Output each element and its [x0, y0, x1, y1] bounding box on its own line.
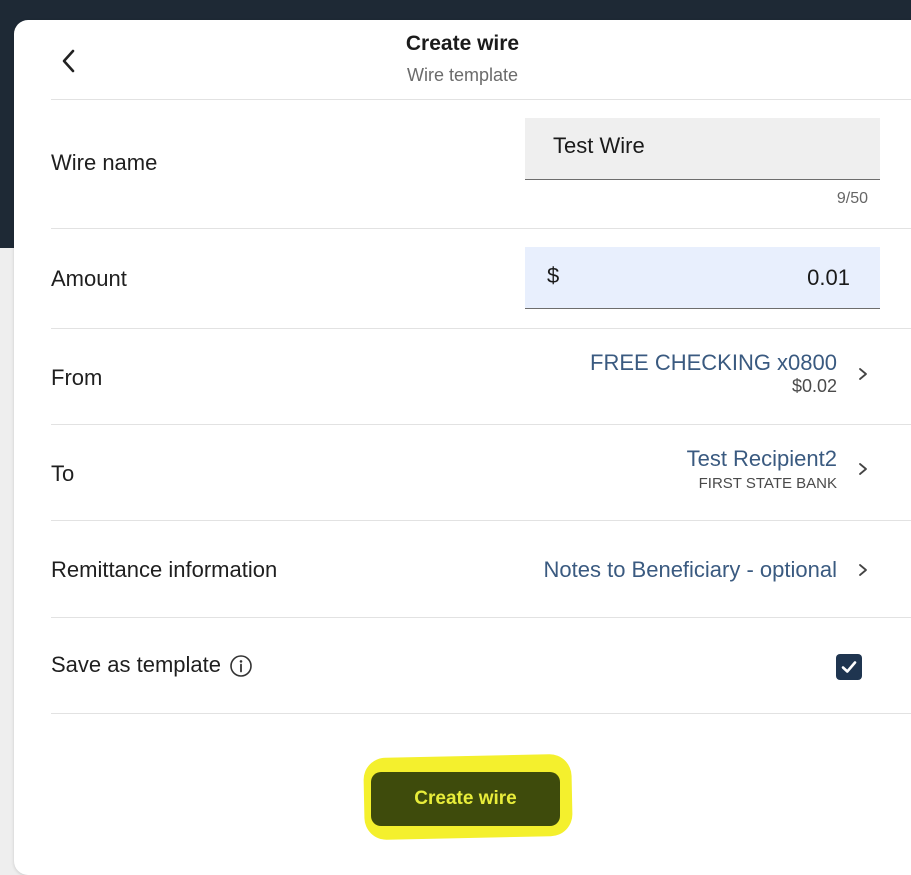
- amount-field[interactable]: $: [525, 247, 880, 309]
- save-template-label-row: Save as template: [51, 652, 253, 678]
- save-template-checkbox[interactable]: [836, 654, 862, 680]
- remittance-label: Remittance information: [51, 557, 278, 582]
- chevron-right-icon: [859, 367, 867, 380]
- remittance-placeholder: Notes to Beneficiary - optional: [543, 557, 838, 582]
- page-title: Create wire: [405, 32, 520, 55]
- to-label: To: [51, 461, 75, 486]
- divider: [51, 424, 911, 425]
- divider: [51, 520, 911, 521]
- divider: [51, 328, 911, 329]
- character-counter: 9/50: [836, 190, 868, 207]
- divider: [51, 713, 911, 714]
- currency-symbol: $: [547, 263, 560, 288]
- divider: [51, 99, 911, 100]
- divider: [51, 617, 911, 618]
- from-label: From: [51, 365, 103, 390]
- wire-name-field[interactable]: [525, 118, 880, 180]
- from-account-selector[interactable]: FREE CHECKING x0800 $0.02: [514, 350, 871, 397]
- recipient-bank: FIRST STATE BANK: [698, 475, 837, 492]
- recipient-name: Test Recipient2: [686, 446, 837, 471]
- from-account-name: FREE CHECKING x0800: [590, 350, 837, 375]
- to-recipient-selector[interactable]: Test Recipient2 FIRST STATE BANK: [514, 446, 871, 492]
- page-subtitle: Wire template: [406, 65, 519, 85]
- create-wire-button[interactable]: Create wire: [371, 772, 560, 826]
- divider: [51, 228, 911, 229]
- save-template-label: Save as template: [51, 652, 221, 677]
- amount-input[interactable]: [598, 264, 852, 292]
- wire-name-label: Wire name: [51, 150, 158, 175]
- info-icon[interactable]: [229, 654, 253, 678]
- create-wire-dialog: Create wire Wire template Wire name 9/50…: [14, 20, 911, 875]
- chevron-right-icon: [859, 463, 867, 475]
- from-account-balance: $0.02: [791, 376, 837, 396]
- chevron-right-icon: [859, 564, 867, 576]
- checkmark-icon: [841, 661, 857, 673]
- remittance-selector[interactable]: Notes to Beneficiary - optional: [514, 557, 871, 583]
- amount-label: Amount: [51, 266, 127, 291]
- wire-name-input[interactable]: [551, 132, 865, 160]
